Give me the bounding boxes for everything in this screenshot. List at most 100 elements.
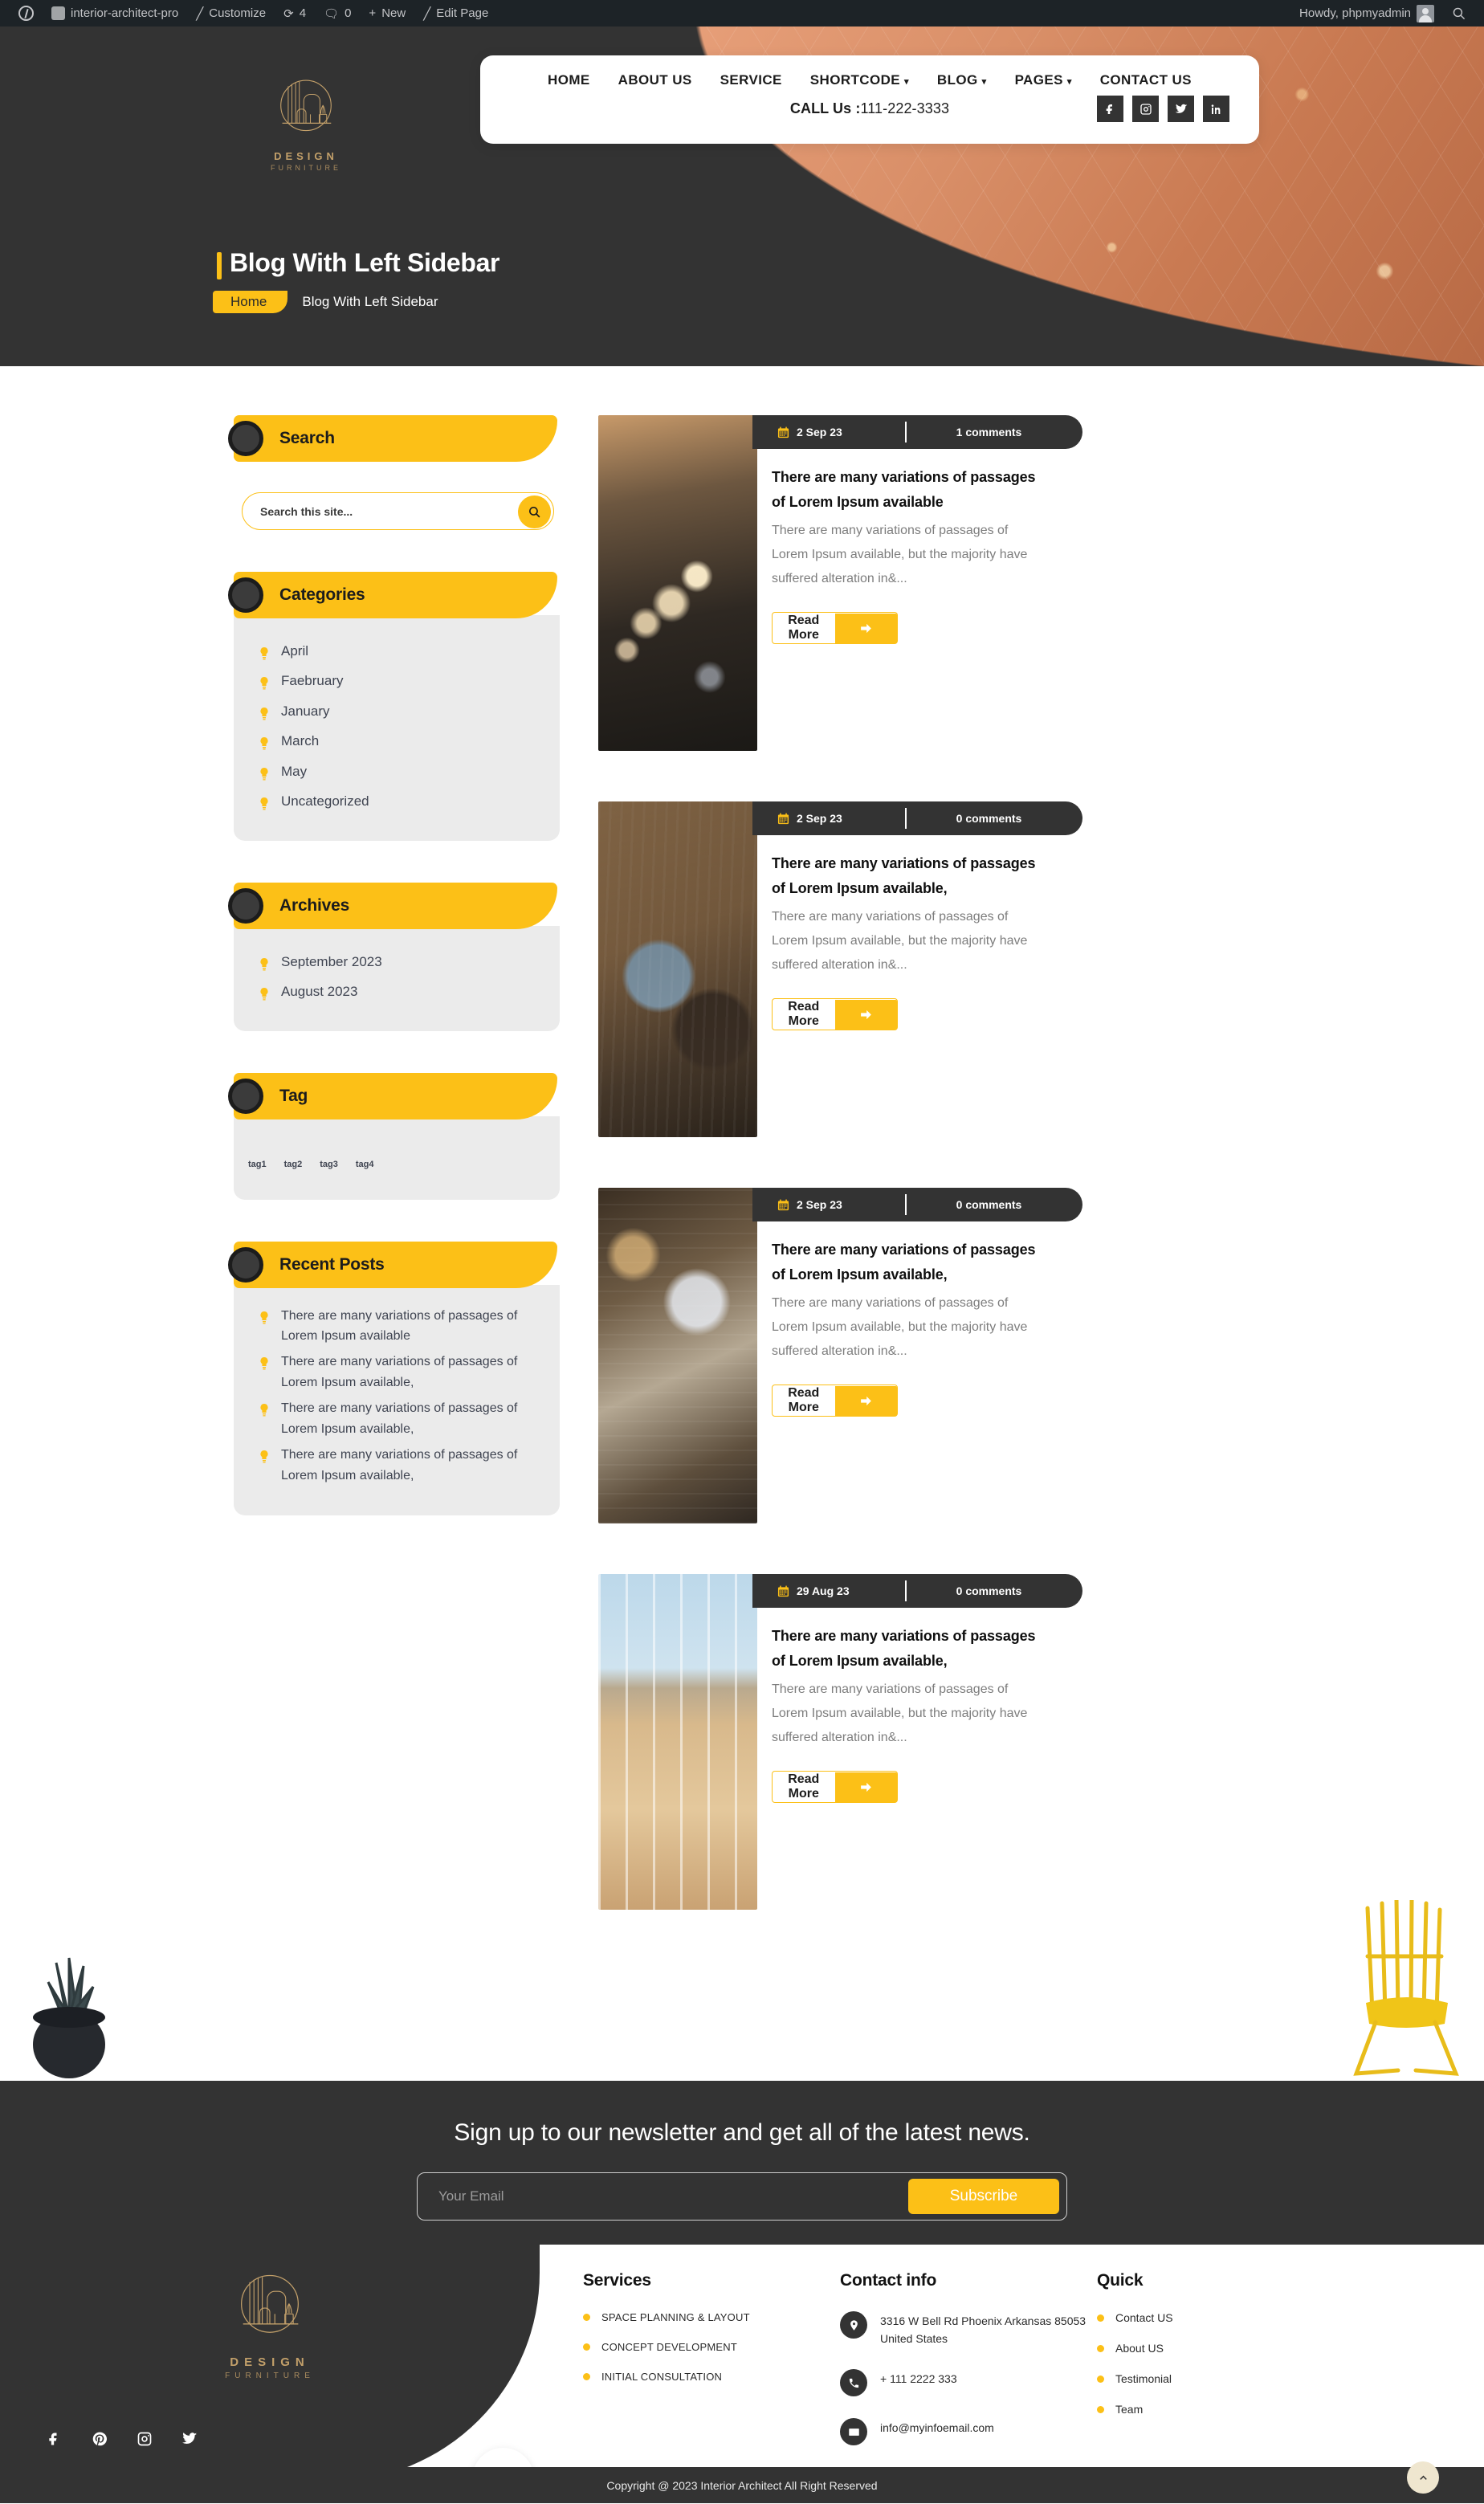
list-item[interactable]: August 2023 bbox=[259, 977, 560, 1006]
twitter-icon[interactable] bbox=[1168, 96, 1194, 122]
search-submit-button[interactable] bbox=[518, 495, 551, 528]
footer-quick-item[interactable]: Team bbox=[1097, 2403, 1338, 2416]
list-item-label: January bbox=[281, 703, 330, 719]
comments-link[interactable]: 🗨 0 bbox=[315, 0, 360, 27]
tag-item[interactable]: tag4 bbox=[356, 1160, 374, 1169]
bulb-icon bbox=[259, 703, 269, 720]
list-item[interactable]: There are many variations of passages of… bbox=[259, 1306, 532, 1348]
footer-quick-label: Testimonial bbox=[1115, 2372, 1172, 2385]
customize-link[interactable]: ╱ Customize bbox=[187, 0, 275, 27]
widget-tag: Tag tag1 tag2 tag3 tag4 bbox=[228, 1072, 560, 1200]
instagram-icon[interactable] bbox=[1132, 96, 1159, 122]
comments-count: 0 bbox=[344, 6, 352, 20]
tag-item[interactable]: tag1 bbox=[248, 1160, 267, 1169]
post-thumbnail[interactable] bbox=[598, 1188, 757, 1523]
post-list: 2 Sep 23 1 comments There are many varia… bbox=[598, 415, 1233, 1960]
list-item[interactable]: April bbox=[259, 636, 560, 666]
post-date: 2 Sep 23 bbox=[752, 426, 905, 438]
nav-item-contact-us[interactable]: CONTACT US bbox=[1100, 72, 1192, 88]
post-date-label: 2 Sep 23 bbox=[797, 812, 842, 825]
list-item[interactable]: May bbox=[259, 757, 560, 786]
footer-email[interactable]: info@myinfoemail.com bbox=[840, 2418, 1097, 2446]
chevron-down-icon: ▾ bbox=[1066, 76, 1072, 87]
sidebar: Search Catego bbox=[228, 415, 560, 1960]
nav-item-shortcode[interactable]: SHORTCODE ▾ bbox=[810, 72, 909, 88]
newsletter-email-input[interactable] bbox=[438, 2188, 908, 2204]
footer-phone-text: + 111 2222 333 bbox=[880, 2372, 957, 2386]
post-thumbnail[interactable] bbox=[598, 415, 757, 751]
footer-service-item[interactable]: INITIAL CONSULTATION bbox=[583, 2371, 840, 2383]
nav-item-blog[interactable]: BLOG ▾ bbox=[937, 72, 987, 88]
list-item[interactable]: March bbox=[259, 726, 560, 756]
admin-search-button[interactable] bbox=[1443, 0, 1474, 27]
nav-item-home[interactable]: HOME bbox=[548, 72, 590, 88]
list-item-label: May bbox=[281, 763, 308, 779]
read-more-button[interactable]: Read More bbox=[772, 1771, 898, 1804]
list-item-label: There are many variations of passages of… bbox=[281, 1308, 518, 1344]
list-item[interactable]: There are many variations of passages of… bbox=[259, 1398, 532, 1440]
wp-logo-menu[interactable] bbox=[10, 0, 43, 27]
read-more-button[interactable]: Read More bbox=[772, 1385, 898, 1417]
facebook-icon[interactable] bbox=[1097, 96, 1123, 122]
footer-service-item[interactable]: CONCEPT DEVELOPMENT bbox=[583, 2341, 840, 2353]
avatar bbox=[1417, 4, 1434, 22]
post-thumbnail[interactable] bbox=[598, 1574, 757, 1910]
footer-phone[interactable]: + 111 2222 333 bbox=[840, 2369, 1097, 2397]
footer-quick-item[interactable]: Testimonial bbox=[1097, 2372, 1338, 2385]
read-more-label: Read More bbox=[788, 1386, 820, 1415]
call-us-number[interactable]: 111-222-3333 bbox=[860, 100, 949, 117]
copyright-text: Copyright @ 2023 Interior Architect All … bbox=[606, 2478, 878, 2492]
facebook-icon[interactable] bbox=[38, 2422, 71, 2456]
search-input[interactable] bbox=[260, 504, 493, 518]
list-item[interactable]: There are many variations of passages of… bbox=[259, 1352, 532, 1393]
updates-link[interactable]: ⟳ 4 bbox=[275, 0, 315, 27]
post-title[interactable]: There are many variations of passages of… bbox=[772, 465, 1037, 515]
footer-service-label: INITIAL CONSULTATION bbox=[601, 2371, 723, 2383]
site-icon bbox=[51, 6, 65, 20]
post-thumbnail[interactable] bbox=[598, 801, 757, 1137]
read-more-button[interactable]: Read More bbox=[772, 612, 898, 645]
list-item[interactable]: Uncategorized bbox=[259, 786, 560, 816]
howdy-menu[interactable]: Howdy, phpmyadmin bbox=[1290, 0, 1443, 27]
list-item[interactable]: Faebruary bbox=[259, 666, 560, 695]
widget-body: There are many variations of passages of… bbox=[234, 1284, 560, 1515]
nav-item-about-us[interactable]: ABOUT US bbox=[618, 72, 692, 88]
list-item[interactable]: January bbox=[259, 696, 560, 726]
instagram-icon[interactable] bbox=[128, 2422, 161, 2456]
new-label: New bbox=[381, 6, 406, 20]
post-card: 2 Sep 23 0 comments There are many varia… bbox=[598, 801, 1233, 1137]
read-more-button[interactable]: Read More bbox=[772, 998, 898, 1031]
footer-quick-item[interactable]: About US bbox=[1097, 2342, 1338, 2355]
post-title[interactable]: There are many variations of passages of… bbox=[772, 851, 1037, 901]
site-logo[interactable]: DESIGN FURNITURE bbox=[238, 71, 374, 172]
twitter-icon[interactable] bbox=[173, 2422, 206, 2456]
widget-header: Categories bbox=[228, 572, 557, 618]
chevron-down-icon: ▾ bbox=[981, 76, 987, 87]
footer-quick-column: Quick Contact US About US Testimonial Te… bbox=[1097, 2271, 1338, 2467]
admin-bar-left: interior-architect-pro ╱ Customize ⟳ 4 🗨… bbox=[10, 0, 497, 27]
list-item[interactable]: There are many variations of passages of… bbox=[259, 1445, 532, 1486]
list-item[interactable]: September 2023 bbox=[259, 947, 560, 977]
bullet-icon bbox=[1097, 2405, 1104, 2413]
post-title[interactable]: There are many variations of passages of… bbox=[772, 1624, 1037, 1674]
site-name-menu[interactable]: interior-architect-pro bbox=[43, 0, 187, 27]
wp-admin-bar: interior-architect-pro ╱ Customize ⟳ 4 🗨… bbox=[0, 0, 1484, 27]
list-item-label: September 2023 bbox=[281, 953, 382, 969]
edit-page-link[interactable]: ╱ Edit Page bbox=[414, 0, 497, 27]
breadcrumb-home[interactable]: Home bbox=[213, 291, 288, 313]
tag-item[interactable]: tag3 bbox=[320, 1160, 338, 1169]
hero-banner: DESIGN FURNITURE HOME ABOUT US SERVICE S… bbox=[0, 27, 1484, 366]
new-content-link[interactable]: + New bbox=[360, 0, 414, 27]
nav-item-pages[interactable]: PAGES ▾ bbox=[1015, 72, 1072, 88]
nav-item-label: ABOUT US bbox=[618, 72, 692, 88]
linkedin-icon[interactable] bbox=[1203, 96, 1229, 122]
tag-item[interactable]: tag2 bbox=[284, 1160, 303, 1169]
footer-quick-item[interactable]: Contact US bbox=[1097, 2311, 1338, 2324]
pinterest-icon[interactable] bbox=[83, 2422, 116, 2456]
nav-item-service[interactable]: SERVICE bbox=[720, 72, 782, 88]
footer-service-item[interactable]: SPACE PLANNING & LAYOUT bbox=[583, 2311, 840, 2323]
subscribe-button[interactable]: Subscribe bbox=[908, 2179, 1059, 2214]
footer-content: DESIGN FURNITURE Services SPACE PLANNING… bbox=[0, 2245, 1484, 2467]
post-meta: 2 Sep 23 0 comments bbox=[752, 1188, 1082, 1221]
post-title[interactable]: There are many variations of passages of… bbox=[772, 1238, 1037, 1287]
